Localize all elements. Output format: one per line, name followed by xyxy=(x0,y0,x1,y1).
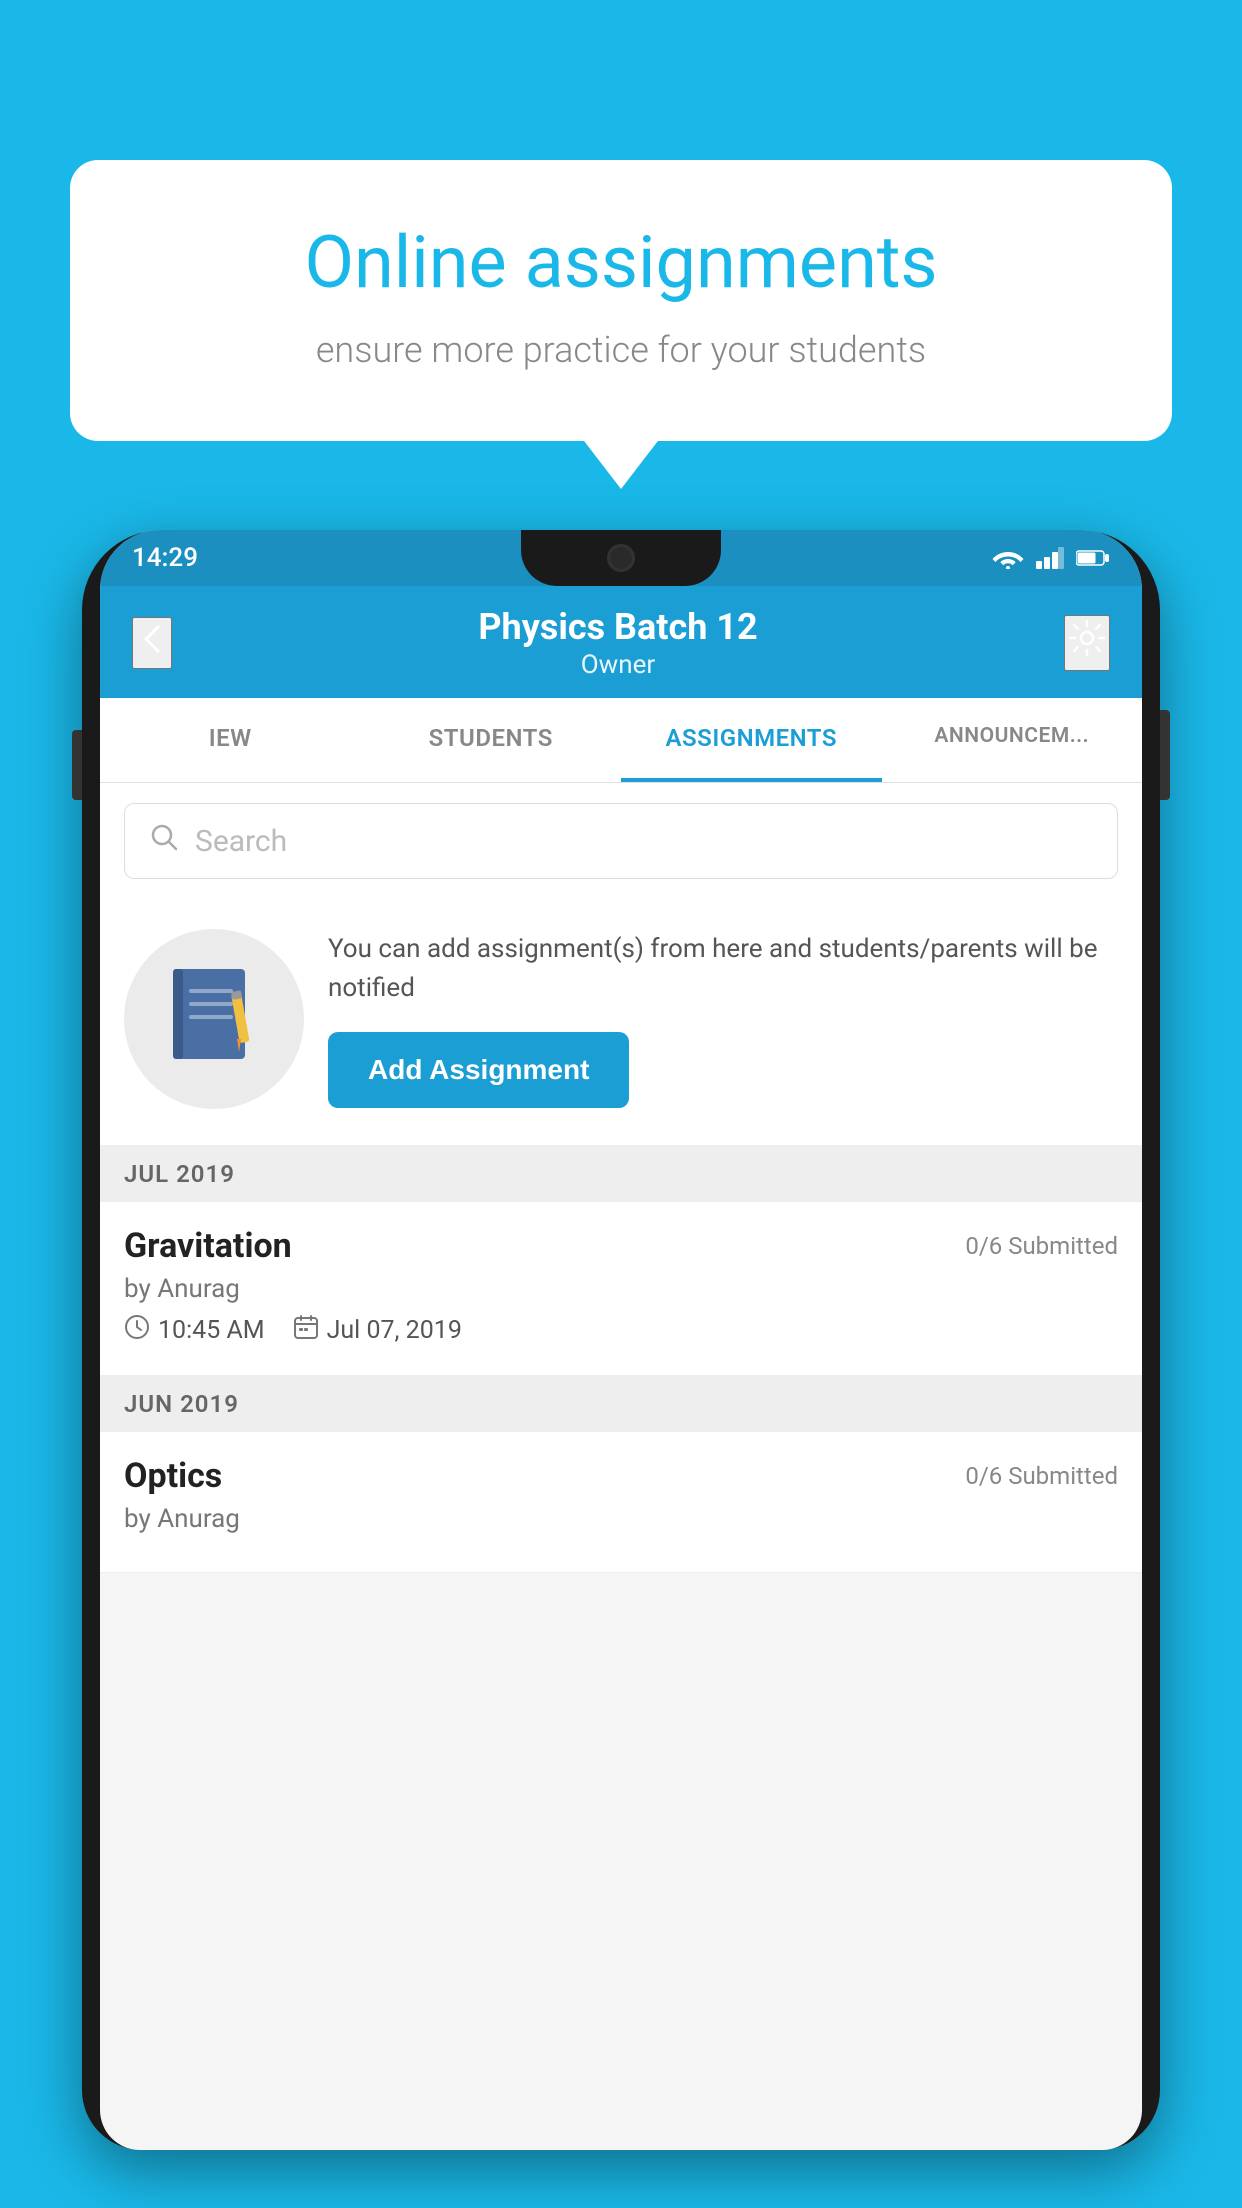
assignment-time: 10:45 AM xyxy=(158,1316,265,1345)
calendar-icon xyxy=(293,1314,319,1347)
signal-icon xyxy=(1036,547,1064,569)
screen-content: Search xyxy=(100,783,1142,1573)
speech-bubble: Online assignments ensure more practice … xyxy=(70,160,1172,441)
add-assignment-button[interactable]: Add Assignment xyxy=(328,1032,629,1108)
phone-camera xyxy=(607,544,635,572)
assignment-item-optics[interactable]: Optics 0/6 Submitted by Anurag xyxy=(100,1432,1142,1573)
assignment-submitted-gravitation: 0/6 Submitted xyxy=(965,1232,1118,1260)
phone-screen: 14:29 xyxy=(100,530,1142,2150)
assignment-submitted-optics: 0/6 Submitted xyxy=(965,1462,1118,1490)
assignment-item-gravitation[interactable]: Gravitation 0/6 Submitted by Anurag xyxy=(100,1202,1142,1376)
assignment-row1-optics: Optics 0/6 Submitted xyxy=(124,1456,1118,1496)
assignment-by-optics: by Anurag xyxy=(124,1504,1118,1534)
assignment-name-gravitation: Gravitation xyxy=(124,1226,292,1266)
meta-date: Jul 07, 2019 xyxy=(293,1314,462,1347)
notebook-icon xyxy=(169,964,259,1074)
header-title-group: Physics Batch 12 Owner xyxy=(172,606,1064,680)
search-icon xyxy=(149,822,179,860)
tab-announcements[interactable]: ANNOUNCEM... xyxy=(882,698,1143,782)
phone-notch xyxy=(521,530,721,586)
speech-bubble-title: Online assignments xyxy=(140,220,1102,305)
phone-container: 14:29 xyxy=(82,530,1160,2208)
promo-description: You can add assignment(s) from here and … xyxy=(328,930,1118,1008)
assignment-by-gravitation: by Anurag xyxy=(124,1274,1118,1304)
tab-assignments[interactable]: ASSIGNMENTS xyxy=(621,698,882,782)
header-subtitle: Owner xyxy=(172,650,1064,680)
search-input-wrapper[interactable]: Search xyxy=(124,803,1118,879)
battery-icon xyxy=(1076,549,1110,567)
assignment-name-optics: Optics xyxy=(124,1456,222,1496)
speech-bubble-container: Online assignments ensure more practice … xyxy=(70,160,1172,441)
clock-icon xyxy=(124,1314,150,1347)
promo-block: You can add assignment(s) from here and … xyxy=(100,899,1142,1146)
status-icons xyxy=(992,547,1110,569)
assignment-date: Jul 07, 2019 xyxy=(327,1316,462,1345)
speech-bubble-subtitle: ensure more practice for your students xyxy=(140,329,1102,371)
back-button[interactable] xyxy=(132,617,172,669)
status-time: 14:29 xyxy=(132,543,198,573)
app-header: Physics Batch 12 Owner xyxy=(100,586,1142,698)
search-placeholder: Search xyxy=(195,824,287,859)
section-header-jun2019: JUN 2019 xyxy=(100,1376,1142,1432)
meta-time: 10:45 AM xyxy=(124,1314,265,1347)
section-header-jul2019: JUL 2019 xyxy=(100,1146,1142,1202)
assignment-row1: Gravitation 0/6 Submitted xyxy=(124,1226,1118,1266)
tab-students[interactable]: STUDENTS xyxy=(361,698,622,782)
assignment-meta-gravitation: 10:45 AM Jul 07, 201 xyxy=(124,1314,1118,1347)
header-title: Physics Batch 12 xyxy=(172,606,1064,648)
promo-text-block: You can add assignment(s) from here and … xyxy=(328,930,1118,1108)
gear-icon xyxy=(1066,617,1108,659)
phone-outer: 14:29 xyxy=(82,530,1160,2150)
promo-icon-circle xyxy=(124,929,304,1109)
phone-side-left xyxy=(72,730,82,800)
search-bar: Search xyxy=(100,783,1142,899)
settings-button[interactable] xyxy=(1064,615,1110,671)
phone-side-right xyxy=(1160,710,1170,800)
tab-iew[interactable]: IEW xyxy=(100,698,361,782)
wifi-icon xyxy=(992,547,1024,569)
tab-bar: IEW STUDENTS ASSIGNMENTS ANNOUNCEM... xyxy=(100,698,1142,783)
